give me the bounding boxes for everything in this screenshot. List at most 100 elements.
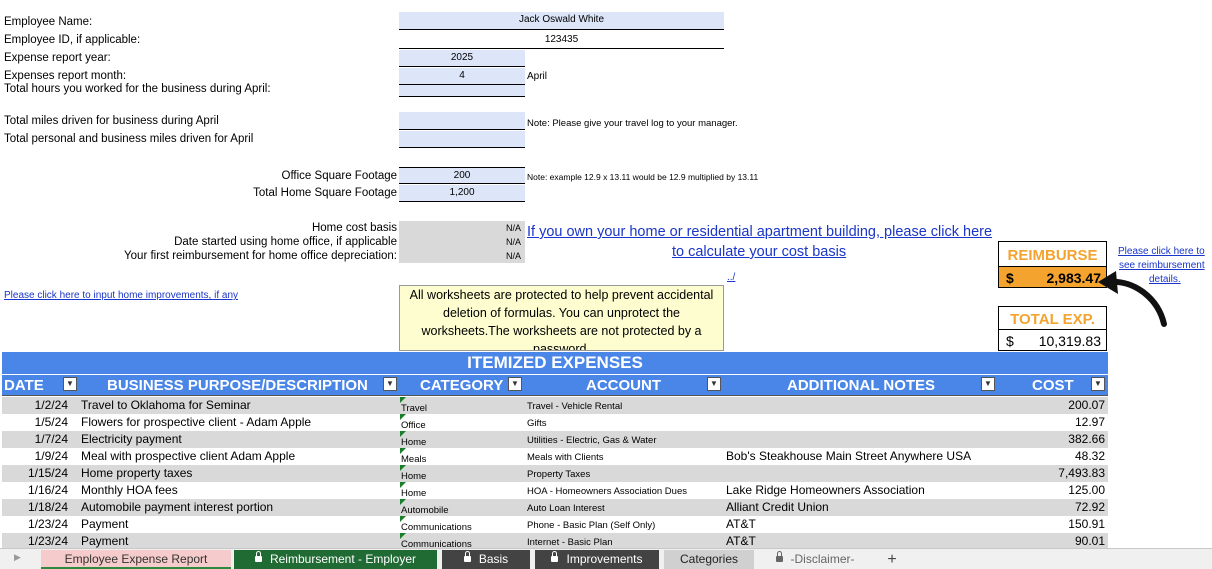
col-account: ACCOUNT [586,377,661,394]
reimburse-amount: $ 2,983.47 [998,266,1107,288]
cell-account[interactable]: Phone - Basic Plan (Self Only) [527,517,655,534]
sqft-note: Note: example 12.9 x 13.11 would be 12.9… [527,172,759,182]
miles-note: Note: Please give your travel log to you… [527,118,738,129]
cell-cost[interactable]: 48.32 [1075,448,1105,465]
table-row[interactable]: 1/2/24 Travel to Oklahoma for Seminar Trav… [2,397,1108,414]
small-link[interactable]: ../ [727,272,735,283]
table-row[interactable]: 1/15/24 Home property taxes Home Property T… [2,465,1108,482]
cell-account[interactable]: Auto Loan Interest [527,500,605,517]
cell-cost[interactable]: 125.00 [1068,482,1105,499]
cell-notes[interactable]: AT&T [726,516,756,533]
report-year-field[interactable]: 2025 [399,50,525,67]
cell-account[interactable]: Gifts [527,415,547,432]
cell-date[interactable]: 1/2/24 [2,397,68,414]
cell-description[interactable]: Payment [81,516,128,533]
cell-date[interactable]: 1/5/24 [2,414,68,431]
cell-cost[interactable]: 7,493.83 [1058,465,1105,482]
cell-account[interactable]: Property Taxes [527,466,590,483]
tab-reimbursement-employer[interactable]: Reimbursement - Employer [234,550,437,569]
cell-notes[interactable]: Bob's Steakhouse Main Street Anywhere US… [726,448,971,465]
filter-dropdown-icon[interactable]: ▼ [981,377,995,391]
miles-label: Total miles driven for business during A… [4,115,219,127]
lock-icon [775,550,783,562]
cell-account[interactable]: Travel - Vehicle Rental [527,398,622,415]
employee-id-label: Employee ID, if applicable: [4,34,141,46]
employee-id-field[interactable]: 123435 [399,32,724,49]
tab-improvements[interactable]: Improvements [535,550,659,569]
office-sqft-label: Office Square Footage [281,170,398,182]
cell-description[interactable]: Electricity payment [81,431,182,448]
employee-name-field[interactable]: Jack Oswald White [399,12,724,30]
cell-date[interactable]: 1/9/24 [2,448,68,465]
cell-description[interactable]: Monthly HOA fees [81,482,178,499]
miles-field[interactable] [399,112,525,130]
add-sheet-button[interactable]: + [876,550,908,569]
personal-miles-field[interactable] [399,131,525,148]
cell-cost[interactable]: 12.97 [1075,414,1105,431]
cost-basis-link-2[interactable]: to calculate your cost basis [672,244,846,260]
col-date: DATE [4,377,44,394]
home-cost-label: Home cost basis [311,222,397,234]
currency-symbol: $ [1006,270,1014,286]
cell-account[interactable]: HOA - Homeowners Association Dues [527,483,687,500]
cell-notes[interactable]: Lake Ridge Homeowners Association [726,482,925,499]
reimburse-value: 2,983.47 [1046,270,1102,286]
filter-dropdown-icon[interactable]: ▼ [508,377,522,391]
cell-date[interactable]: 1/7/24 [2,431,68,448]
lock-icon [254,550,262,562]
tab-categories[interactable]: Categories [664,550,754,569]
report-month-label: Expenses report month: [4,70,127,82]
home-sqft-field[interactable]: 1,200 [399,185,525,202]
scroll-left-icon[interactable]: ▶ [14,552,21,563]
cell-description[interactable]: Meal with prospective client Adam Apple [81,448,295,465]
table-row[interactable]: 1/5/24 Flowers for prospective client - A… [2,414,1108,431]
tab-basis[interactable]: Basis [442,550,530,569]
cell-cost[interactable]: 150.91 [1068,516,1105,533]
cell-date[interactable]: 1/23/24 [2,516,68,533]
tab-label: Improvements [566,552,643,566]
cell-description[interactable]: Automobile payment interest portion [81,499,273,516]
tab-disclaimer[interactable]: -Disclaimer- [759,550,871,569]
office-sqft-field[interactable]: 200 [399,167,525,184]
cell-description[interactable]: Flowers for prospective client - Adam Ap… [81,414,311,431]
filter-dropdown-icon[interactable]: ▼ [707,377,721,391]
cell-cost[interactable]: 72.92 [1075,499,1105,516]
table-row[interactable]: 1/18/24 Automobile payment interest porti… [2,499,1108,516]
report-month-name: April [527,71,548,82]
first-reimb-field: N/A [399,249,525,263]
improvements-link[interactable]: Please click here to input home improvem… [4,290,238,301]
table-row[interactable]: 1/7/24 Electricity payment Home Utilities -… [2,431,1108,448]
cell-account[interactable]: Meals with Clients [527,449,604,466]
total-label: TOTAL EXP. [998,306,1107,329]
details-link-line-1[interactable]: Please click here to [1118,245,1205,259]
report-year-label: Expense report year: [4,52,111,64]
tab-label: Basis [478,552,509,566]
cell-date[interactable]: 1/18/24 [2,499,68,516]
col-category: CATEGORY [420,377,504,394]
table-row[interactable]: 1/9/24 Meal with prospective client Adam … [2,448,1108,465]
sheet-tab-bar: ▶ Employee Expense Report Reimbursement … [0,548,1212,569]
reimburse-label: REIMBURSE [998,241,1107,266]
cell-description[interactable]: Travel to Oklahoma for Seminar [81,397,251,414]
filter-dropdown-icon[interactable]: ▼ [1091,377,1105,391]
table-row[interactable]: 1/16/24 Monthly HOA fees Home HOA - Homeown… [2,482,1108,499]
hours-field[interactable] [399,85,525,97]
cell-cost[interactable]: 382.66 [1068,431,1105,448]
cell-description[interactable]: Home property taxes [81,465,192,482]
cell-date[interactable]: 1/16/24 [2,482,68,499]
cell-notes[interactable]: Alliant Credit Union [726,499,829,516]
currency-symbol: $ [1006,333,1014,349]
report-month-field[interactable]: 4 [399,68,525,85]
table-row[interactable]: 1/23/24 Payment Communications Phone - Basi… [2,516,1108,533]
cost-basis-link[interactable]: If you own your home or residential apar… [527,224,992,240]
date-started-field: N/A [399,235,525,249]
tab-employee-expense-report[interactable]: Employee Expense Report [41,550,231,569]
filter-dropdown-icon[interactable]: ▼ [383,377,397,391]
total-value: 10,319.83 [1038,333,1101,349]
cell-date[interactable]: 1/15/24 [2,465,68,482]
col-cost: COST [1032,377,1074,394]
personal-miles-label: Total personal and business miles driven… [4,133,254,145]
filter-dropdown-icon[interactable]: ▼ [63,377,77,391]
cell-cost[interactable]: 200.07 [1068,397,1105,414]
cell-account[interactable]: Utilities - Electric, Gas & Water [527,432,657,449]
